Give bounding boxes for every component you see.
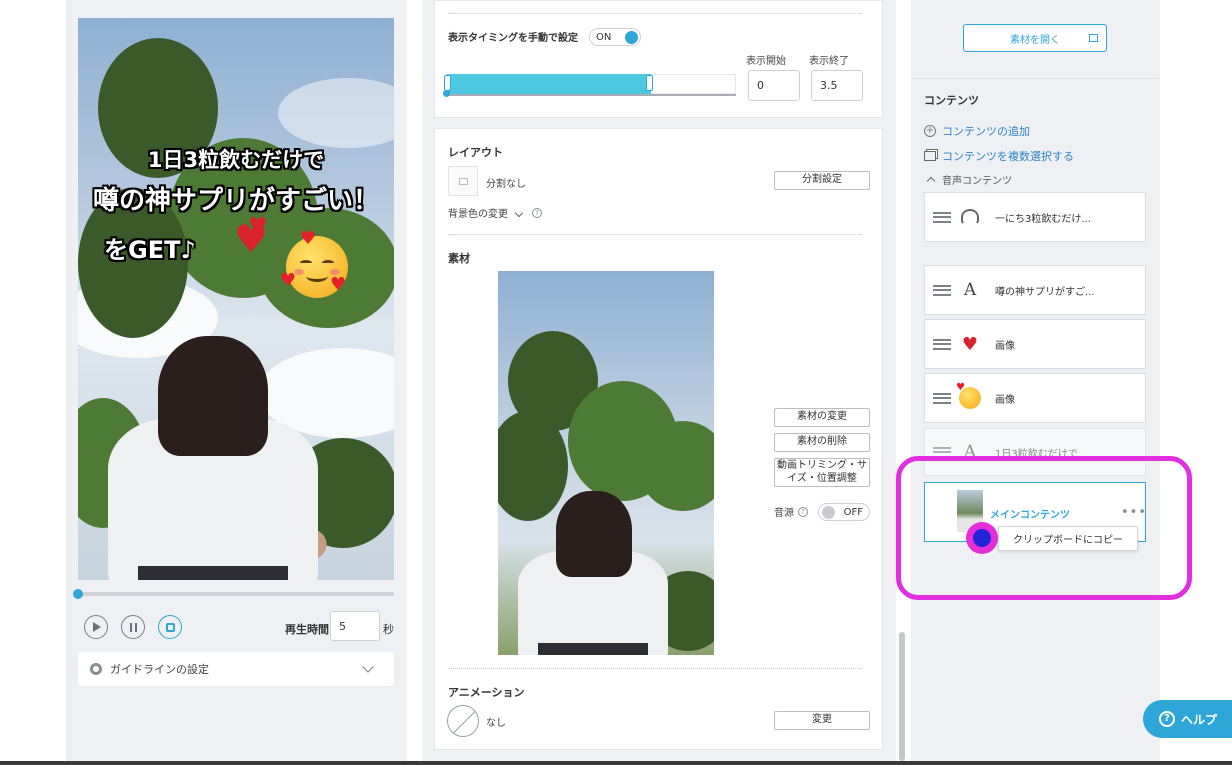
change-animation-button[interactable]: 変更 bbox=[774, 711, 870, 730]
layout-heading: レイアウト bbox=[448, 146, 503, 159]
timing-toggle[interactable]: ON bbox=[589, 28, 641, 46]
external-window-icon bbox=[1089, 34, 1098, 42]
timing-slider-range bbox=[447, 74, 651, 94]
audio-content-section[interactable]: 音声コンテンツ bbox=[926, 172, 1012, 187]
add-content-link[interactable]: + コンテンツの追加 bbox=[924, 123, 1030, 139]
bg-color-change[interactable]: 背景色の変更 ? bbox=[448, 205, 542, 220]
drag-handle-icon[interactable] bbox=[933, 392, 951, 404]
split-label: 分割なし bbox=[486, 179, 526, 190]
delete-material-button[interactable]: 素材の削除 bbox=[774, 433, 870, 452]
content-item-text[interactable]: A 噂の神サプリがすご... bbox=[924, 265, 1146, 315]
contents-title: コンテンツ bbox=[924, 94, 979, 107]
text-icon: A bbox=[963, 280, 977, 300]
chevron-up-icon bbox=[926, 176, 936, 186]
content-item-audio[interactable]: 一にち3粒飲むだけ... bbox=[924, 192, 1146, 242]
open-material-button[interactable]: 素材を開く bbox=[963, 24, 1107, 52]
play-button[interactable] bbox=[84, 615, 108, 639]
plus-circle-icon: + bbox=[924, 125, 936, 137]
trim-resize-button[interactable]: 動画トリミング・サ イズ・位置調整 bbox=[774, 458, 870, 487]
help-icon: ? bbox=[798, 506, 808, 517]
end-label: 表示終了 bbox=[809, 56, 849, 67]
stop-icon bbox=[165, 622, 175, 632]
preview-caption-line3: をGET♪ bbox=[104, 236, 196, 264]
play-icon bbox=[93, 622, 101, 632]
playtime-label: 再生時間 bbox=[285, 623, 329, 636]
audio-icon bbox=[961, 209, 979, 225]
drag-handle-icon[interactable] bbox=[933, 211, 951, 223]
animation-heading: アニメーション bbox=[448, 686, 525, 699]
pause-icon bbox=[129, 622, 137, 632]
copy-icon bbox=[924, 151, 936, 161]
slider-position-dot[interactable] bbox=[443, 90, 450, 97]
heart-icon: ♥ bbox=[961, 333, 979, 355]
slider-start-handle[interactable] bbox=[444, 75, 451, 91]
audio-source-label: 音源 ? bbox=[774, 504, 808, 519]
guideline-settings[interactable]: ガイドラインの設定 bbox=[78, 652, 394, 686]
drag-handle-icon[interactable] bbox=[933, 284, 951, 296]
playback-timeline[interactable] bbox=[78, 592, 394, 596]
heart-sticker[interactable]: ♥ ♥ bbox=[234, 216, 278, 276]
drag-handle-icon[interactable] bbox=[933, 338, 951, 350]
help-icon: ? bbox=[532, 207, 542, 218]
slider-end-handle[interactable] bbox=[646, 75, 653, 91]
smiley-icon bbox=[956, 382, 981, 409]
timing-label: 表示タイミングを手動で設定 bbox=[448, 33, 578, 44]
content-item-image[interactable]: ♥ 画像 bbox=[924, 319, 1146, 369]
change-material-button[interactable]: 素材の変更 bbox=[774, 408, 870, 427]
playtime-unit: 秒 bbox=[383, 623, 394, 636]
chevron-down-icon bbox=[514, 208, 524, 217]
highlight-annotation bbox=[896, 456, 1192, 600]
audio-toggle[interactable]: OFF bbox=[818, 503, 870, 521]
gear-icon bbox=[90, 663, 102, 675]
end-time-input[interactable]: 3.5 bbox=[811, 70, 863, 101]
help-button[interactable]: ? ヘルプ bbox=[1143, 700, 1232, 738]
content-item-image[interactable]: 画像 bbox=[924, 373, 1146, 423]
editor-scrollbar[interactable] bbox=[899, 632, 905, 761]
start-label: 表示開始 bbox=[746, 56, 786, 67]
smiley-sticker[interactable]: ♥ ♥ ♥ bbox=[280, 230, 348, 298]
material-heading: 素材 bbox=[448, 252, 470, 265]
stop-button[interactable] bbox=[158, 615, 182, 639]
animation-value: なし bbox=[486, 718, 506, 729]
preview-caption-line2: 噂の神サプリがすごい！ bbox=[92, 186, 379, 216]
no-animation-icon bbox=[447, 705, 479, 737]
material-thumbnail[interactable] bbox=[498, 271, 714, 655]
layout-icon bbox=[448, 166, 478, 196]
start-time-input[interactable]: 0 bbox=[748, 70, 800, 101]
split-settings-button[interactable]: 分割設定 bbox=[774, 171, 870, 190]
preview-caption-line1: 1日3粒飲むだけで bbox=[147, 148, 325, 172]
chevron-down-icon bbox=[362, 661, 374, 673]
video-preview[interactable] bbox=[78, 18, 394, 580]
guideline-label: ガイドラインの設定 bbox=[110, 663, 209, 676]
question-icon: ? bbox=[1159, 711, 1175, 727]
timeline-scrubber[interactable] bbox=[73, 589, 83, 599]
playtime-input[interactable]: 5 bbox=[330, 611, 380, 641]
pause-button[interactable] bbox=[121, 615, 145, 639]
multi-select-link[interactable]: コンテンツを複数選択する bbox=[924, 148, 1074, 164]
